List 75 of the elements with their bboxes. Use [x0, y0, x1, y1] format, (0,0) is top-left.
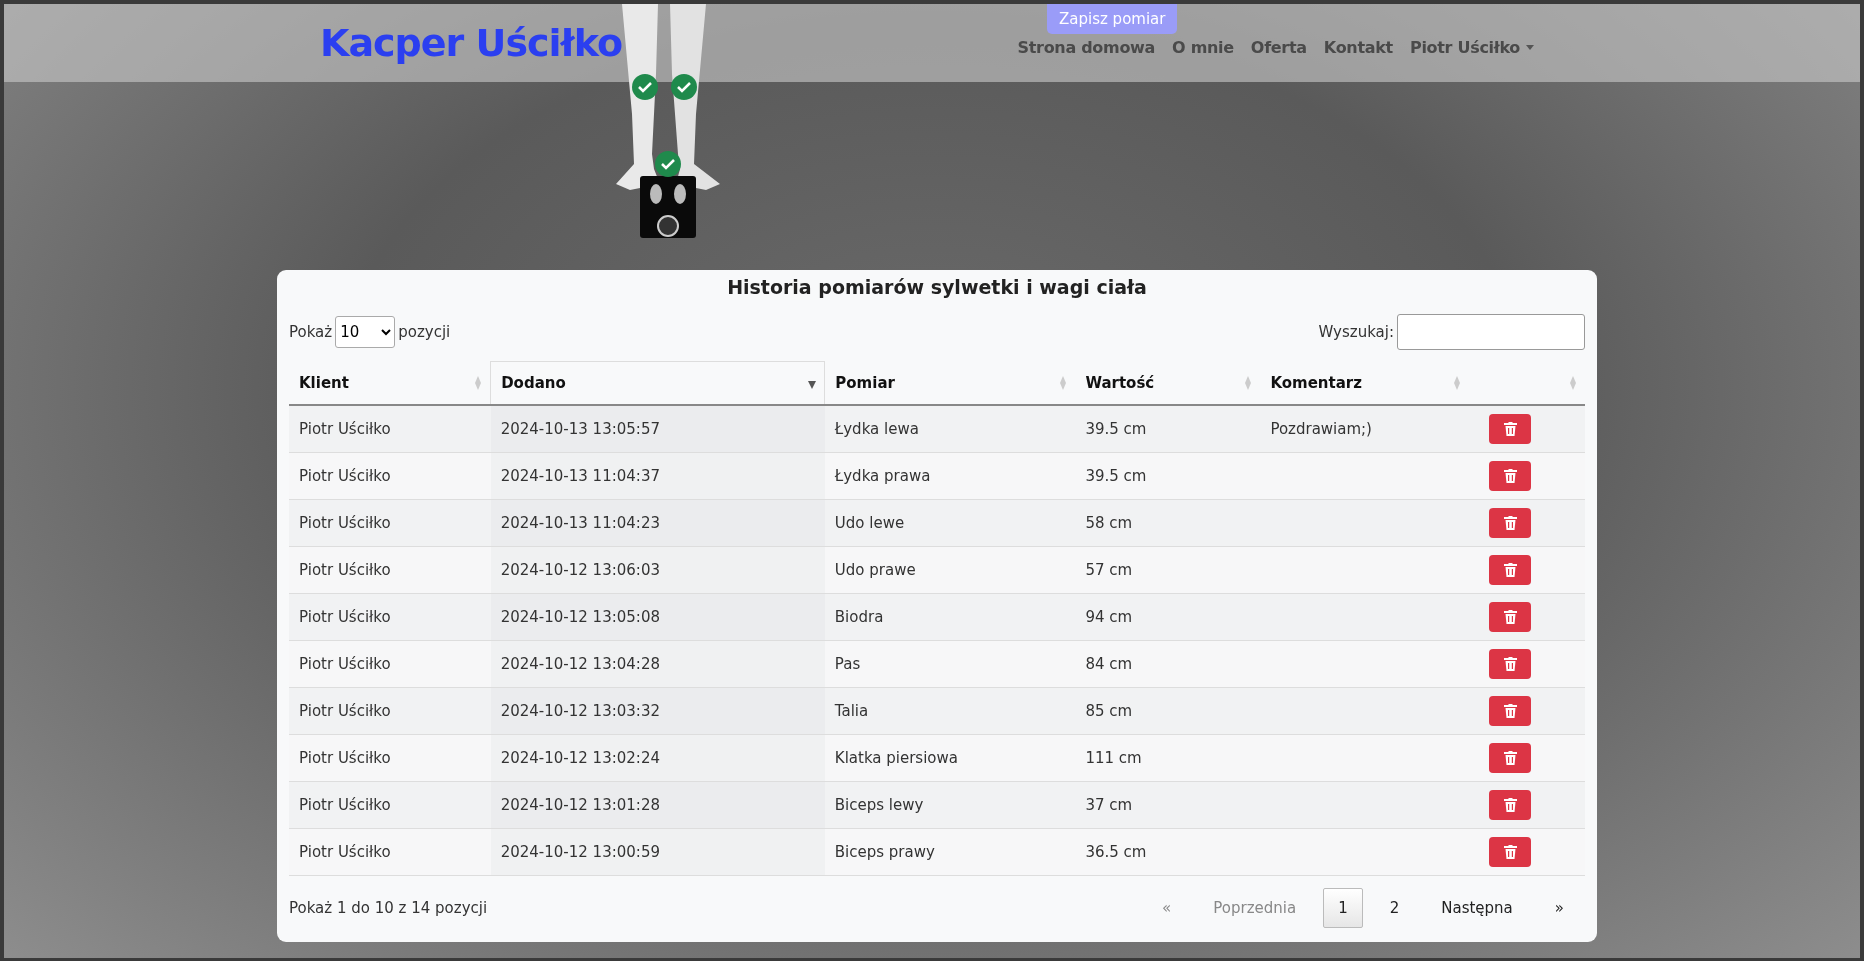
table-cell: Piotr Uściłko	[289, 499, 491, 547]
table-cell: Pas	[824, 640, 1076, 688]
table-cell: Piotr Uściłko	[289, 593, 491, 641]
table-title: Historia pomiarów sylwetki i wagi ciała	[726, 276, 1148, 298]
table-cell: 85 cm	[1075, 687, 1261, 735]
table-cell: Talia	[824, 687, 1076, 735]
nav-link[interactable]: Piotr Uściłko	[1409, 37, 1534, 57]
length-label: Pokaż	[289, 323, 333, 341]
trash-icon	[1503, 657, 1517, 671]
table-cell: Piotr Uściłko	[289, 640, 491, 688]
table-cell: 2024-10-12 13:00:59	[490, 828, 825, 876]
delete-button[interactable]	[1489, 790, 1532, 820]
delete-button[interactable]	[1489, 414, 1532, 444]
delete-button[interactable]	[1489, 649, 1532, 679]
table-cell: 58 cm	[1075, 499, 1261, 547]
delete-button[interactable]	[1489, 508, 1532, 538]
table-info: Pokaż 1 do 10 z 14 pozycji	[289, 899, 488, 917]
length-select[interactable]: 10	[335, 316, 396, 348]
search-field[interactable]	[1397, 314, 1585, 350]
trash-icon	[1503, 422, 1517, 436]
table-cell: 2024-10-12 13:03:32	[490, 687, 825, 735]
pagination-link[interactable]: »	[1539, 888, 1579, 928]
table-cell: 2024-10-12 13:02:24	[490, 734, 825, 782]
table-cell: Biceps prawy	[824, 828, 1076, 876]
table-cell: Łydka prawa	[824, 452, 1076, 500]
trash-icon	[1503, 845, 1517, 859]
table-cell: 36.5 cm	[1075, 828, 1261, 876]
table-cell: Biodra	[824, 593, 1076, 641]
search-label: Wyszukaj:	[1318, 323, 1394, 341]
table-cell: 2024-10-12 13:01:28	[490, 781, 825, 829]
table-cell: 2024-10-12 13:04:28	[490, 640, 825, 688]
trash-icon	[1503, 751, 1517, 765]
trash-icon	[1503, 563, 1517, 577]
caret-icon	[1526, 44, 1534, 50]
table-cell: 2024-10-13 11:04:37	[490, 452, 825, 500]
table-cell: Piotr Uściłko	[289, 828, 491, 876]
table-cell: Piotr Uściłko	[289, 405, 491, 453]
table-cell: Piotr Uściłko	[289, 781, 491, 829]
table-cell: 39.5 cm	[1075, 452, 1261, 500]
pagination-link[interactable]: Następna	[1426, 888, 1528, 928]
table-cell: Klatka piersiowa	[824, 734, 1076, 782]
delete-button[interactable]	[1489, 602, 1532, 632]
trash-icon	[1503, 469, 1517, 483]
trash-icon	[1503, 516, 1517, 530]
delete-button[interactable]	[1489, 837, 1532, 867]
delete-button[interactable]	[1489, 696, 1532, 726]
table-cell: Piotr Uściłko	[289, 452, 491, 500]
delete-button[interactable]	[1489, 743, 1532, 773]
table-cell: 2024-10-12 13:06:03	[490, 546, 825, 594]
table-cell: 39.5 cm	[1075, 405, 1261, 453]
delete-button[interactable]	[1489, 461, 1532, 491]
table-cell: 94 cm	[1075, 593, 1261, 641]
table-cell: Pozdrawiam;)	[1260, 405, 1470, 453]
table-cell: Piotr Uściłko	[289, 687, 491, 735]
table-cell: Piotr Uściłko	[289, 546, 491, 594]
table-cell: 57 cm	[1075, 546, 1261, 594]
table-cell: Udo lewe	[824, 499, 1076, 547]
delete-button[interactable]	[1489, 555, 1532, 585]
page-button[interactable]: 2	[1374, 888, 1415, 928]
length-label: pozycji	[398, 323, 451, 341]
table-cell: Piotr Uściłko	[289, 734, 491, 782]
table-cell: 84 cm	[1075, 640, 1261, 688]
trash-icon	[1503, 798, 1517, 812]
table-cell: Biceps lewy	[824, 781, 1076, 829]
table-cell: Łydka lewa	[824, 405, 1076, 453]
table-cell: Udo prawe	[824, 546, 1076, 594]
page-button[interactable]: 1	[1323, 888, 1363, 928]
table-cell: 111 cm	[1075, 734, 1261, 782]
table-cell: 2024-10-13 13:05:57	[490, 405, 825, 453]
scale-icon	[640, 176, 696, 238]
table-cell: 2024-10-12 13:05:08	[490, 593, 825, 641]
trash-icon	[1503, 704, 1517, 718]
table-cell: 2024-10-13 11:04:23	[490, 499, 825, 547]
table-cell: 37 cm	[1075, 781, 1261, 829]
trash-icon	[1503, 610, 1517, 624]
